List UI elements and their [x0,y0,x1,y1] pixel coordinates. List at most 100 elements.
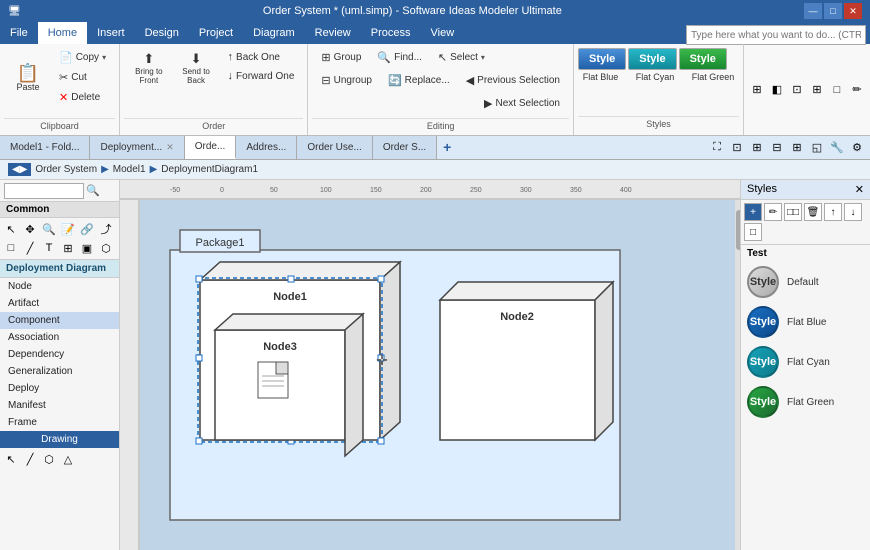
sidebar-tool-zoom[interactable]: 🔍 [40,220,58,238]
breadcrumb-item-0[interactable]: Order System [35,164,97,175]
drawing-tool-2[interactable]: ╱ [21,450,39,468]
sidebar-tool-10[interactable]: ▣ [78,239,96,257]
sidebar-item-node[interactable]: Node [0,278,119,295]
tab-address[interactable]: Addres... [236,136,297,159]
next-selection-button[interactable]: ▶ Next Selection [477,94,567,113]
canvas-area[interactable]: -50 0 50 100 150 200 250 300 350 400 [120,180,740,550]
ungroup-button[interactable]: ⊟ Ungroup [314,71,379,90]
sidebar-tool-text[interactable]: T [40,239,58,257]
menu-view[interactable]: View [421,22,465,44]
delete-button[interactable]: ✕ Delete [52,88,113,107]
replace-button[interactable]: 🔄 Replace... [381,71,457,90]
forward-one-button[interactable]: ↓ Forward One [221,67,302,85]
menu-design[interactable]: Design [135,22,189,44]
style-button-3[interactable]: Style [679,48,727,70]
paste-button[interactable]: 📋 Paste [6,48,50,108]
ribbon-search-container [686,25,866,45]
sidebar-search-button[interactable]: 🔍 [84,182,102,200]
menu-diagram[interactable]: Diagram [243,22,305,44]
send-to-back-button[interactable]: ⬇ Send to Back [174,48,219,88]
sidebar-item-dependency[interactable]: Dependency [0,346,119,363]
cut-button[interactable]: ✂ Cut [52,68,113,87]
extra-tool-6[interactable]: ✏ [848,81,866,99]
extra-tool-4[interactable]: ⊞ [808,81,826,99]
extra-tool-1[interactable]: ⊞ [748,81,766,99]
sidebar-tool-pointer[interactable]: ↖ [2,220,20,238]
back-one-button[interactable]: ↑ Back One [221,48,302,66]
style-button-2[interactable]: Style [628,48,676,70]
copy-button[interactable]: 📄 Copy ▾ [52,48,113,67]
drawing-tool-1[interactable]: ↖ [2,450,20,468]
drawing-tool-3[interactable]: ⬡ [40,450,58,468]
menu-file[interactable]: File [0,22,38,44]
styles-down-btn[interactable]: ↓ [844,203,862,221]
close-button[interactable]: ✕ [844,3,862,19]
styles-copy-btn[interactable]: □□ [784,203,802,221]
sidebar-item-generalization[interactable]: Generalization [0,363,119,380]
add-tab-button[interactable]: + [437,136,457,159]
style-item-flat-green[interactable]: Style Flat Green [741,382,870,422]
group-icon: ⊞ [321,51,330,64]
tab-orde[interactable]: Orde... [185,136,237,159]
drawing-tool-4[interactable]: △ [59,450,77,468]
sidebar-item-manifest[interactable]: Manifest [0,397,119,414]
canvas-tool-4[interactable]: ⊟ [768,139,786,157]
sidebar-tool-11[interactable]: ⬡ [97,239,115,257]
sidebar-item-association[interactable]: Association [0,329,119,346]
minimize-button[interactable]: — [804,3,822,19]
menu-review[interactable]: Review [305,22,361,44]
extra-tool-2[interactable]: ◧ [768,81,786,99]
canvas-tool-1[interactable]: ⛶ [708,139,726,157]
ribbon-search-input[interactable] [686,25,866,45]
canvas-tool-6[interactable]: ◱ [808,139,826,157]
style-button-1[interactable]: Style [578,48,626,70]
tab-model1[interactable]: Model1 - Fold... [0,136,90,159]
breadcrumb-nav-button[interactable]: ◀▶ [8,163,31,176]
canvas-tool-2[interactable]: ⊡ [728,139,746,157]
diagram-canvas[interactable]: Package1 Node1 ✛ [140,200,740,550]
sidebar-tool-note[interactable]: 📝 [59,220,77,238]
canvas-tool-5[interactable]: ⊞ [788,139,806,157]
maximize-button[interactable]: □ [824,3,842,19]
menu-process[interactable]: Process [361,22,421,44]
tab-deployment[interactable]: Deployment... ✕ [90,136,184,159]
sidebar-item-deploy[interactable]: Deploy [0,380,119,397]
extra-tool-3[interactable]: ⊡ [788,81,806,99]
canvas-tool-8[interactable]: ⚙ [848,139,866,157]
breadcrumb-item-2[interactable]: DeploymentDiagram1 [161,164,258,175]
canvas-tool-3[interactable]: ⊞ [748,139,766,157]
tab-deployment-close[interactable]: ✕ [166,142,174,153]
styles-edit-btn[interactable]: ✏ [764,203,782,221]
style-item-flat-cyan[interactable]: Style Flat Cyan [741,342,870,382]
sidebar-tool-9[interactable]: ⊞ [59,239,77,257]
sidebar-tool-5[interactable]: ⤴ [97,220,115,238]
canvas-tool-7[interactable]: 🔧 [828,139,846,157]
extra-tool-5[interactable]: □ [828,81,846,99]
sidebar-tool-rect[interactable]: □ [2,239,20,257]
style-item-default[interactable]: Style Default [741,262,870,302]
sidebar-search-input[interactable] [4,183,84,199]
styles-rect-btn[interactable]: □ [744,223,762,241]
group-button[interactable]: ⊞ Group [314,48,368,67]
menu-home[interactable]: Home [38,22,87,44]
styles-panel-close[interactable]: ✕ [855,183,864,196]
sidebar-tool-line[interactable]: ╱ [21,239,39,257]
styles-up-btn[interactable]: ↑ [824,203,842,221]
styles-add-btn[interactable]: + [744,203,762,221]
sidebar-tool-link[interactable]: 🔗 [78,220,96,238]
sidebar-item-artifact[interactable]: Artifact [0,295,119,312]
style-item-flat-blue[interactable]: Style Flat Blue [741,302,870,342]
sidebar-item-component[interactable]: Component [0,312,119,329]
tab-orderuse[interactable]: Order Use... [297,136,372,159]
menu-insert[interactable]: Insert [87,22,135,44]
styles-delete-btn[interactable]: 🗑 [804,203,822,221]
breadcrumb-item-1[interactable]: Model1 [113,164,146,175]
tab-orders[interactable]: Order S... [373,136,437,159]
sidebar-tool-pan[interactable]: ✥ [21,220,39,238]
sidebar-item-frame[interactable]: Frame [0,414,119,431]
prev-selection-button[interactable]: ◀ Previous Selection [459,71,567,90]
find-button[interactable]: 🔍 Find... [370,48,429,67]
bring-to-front-button[interactable]: ⬆ Bring to Front [126,48,172,88]
select-button[interactable]: ↖ Select ▾ [431,48,492,67]
menu-project[interactable]: Project [189,22,243,44]
